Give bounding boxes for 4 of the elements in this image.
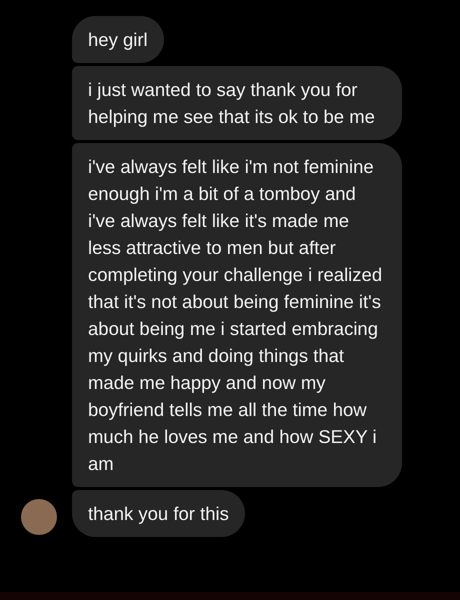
message-text: i've always felt like i'm not feminine enough i'm a bit of a tomboy and i've always felt like it's made me less attractive to men but after completing your challenge i realized that it's not about being feminine it's about being me i started embracing my quirks and doing things that made me happy and now my boyfriend tells me all the time how much he loves me and how SEXY i am xyxy=(88,155,384,476)
message-text: thank you for this xyxy=(88,502,229,526)
message-text: hey girl xyxy=(88,28,148,52)
message-text: i just wanted to say thank you for helping me see that its ok to be me xyxy=(88,78,376,129)
